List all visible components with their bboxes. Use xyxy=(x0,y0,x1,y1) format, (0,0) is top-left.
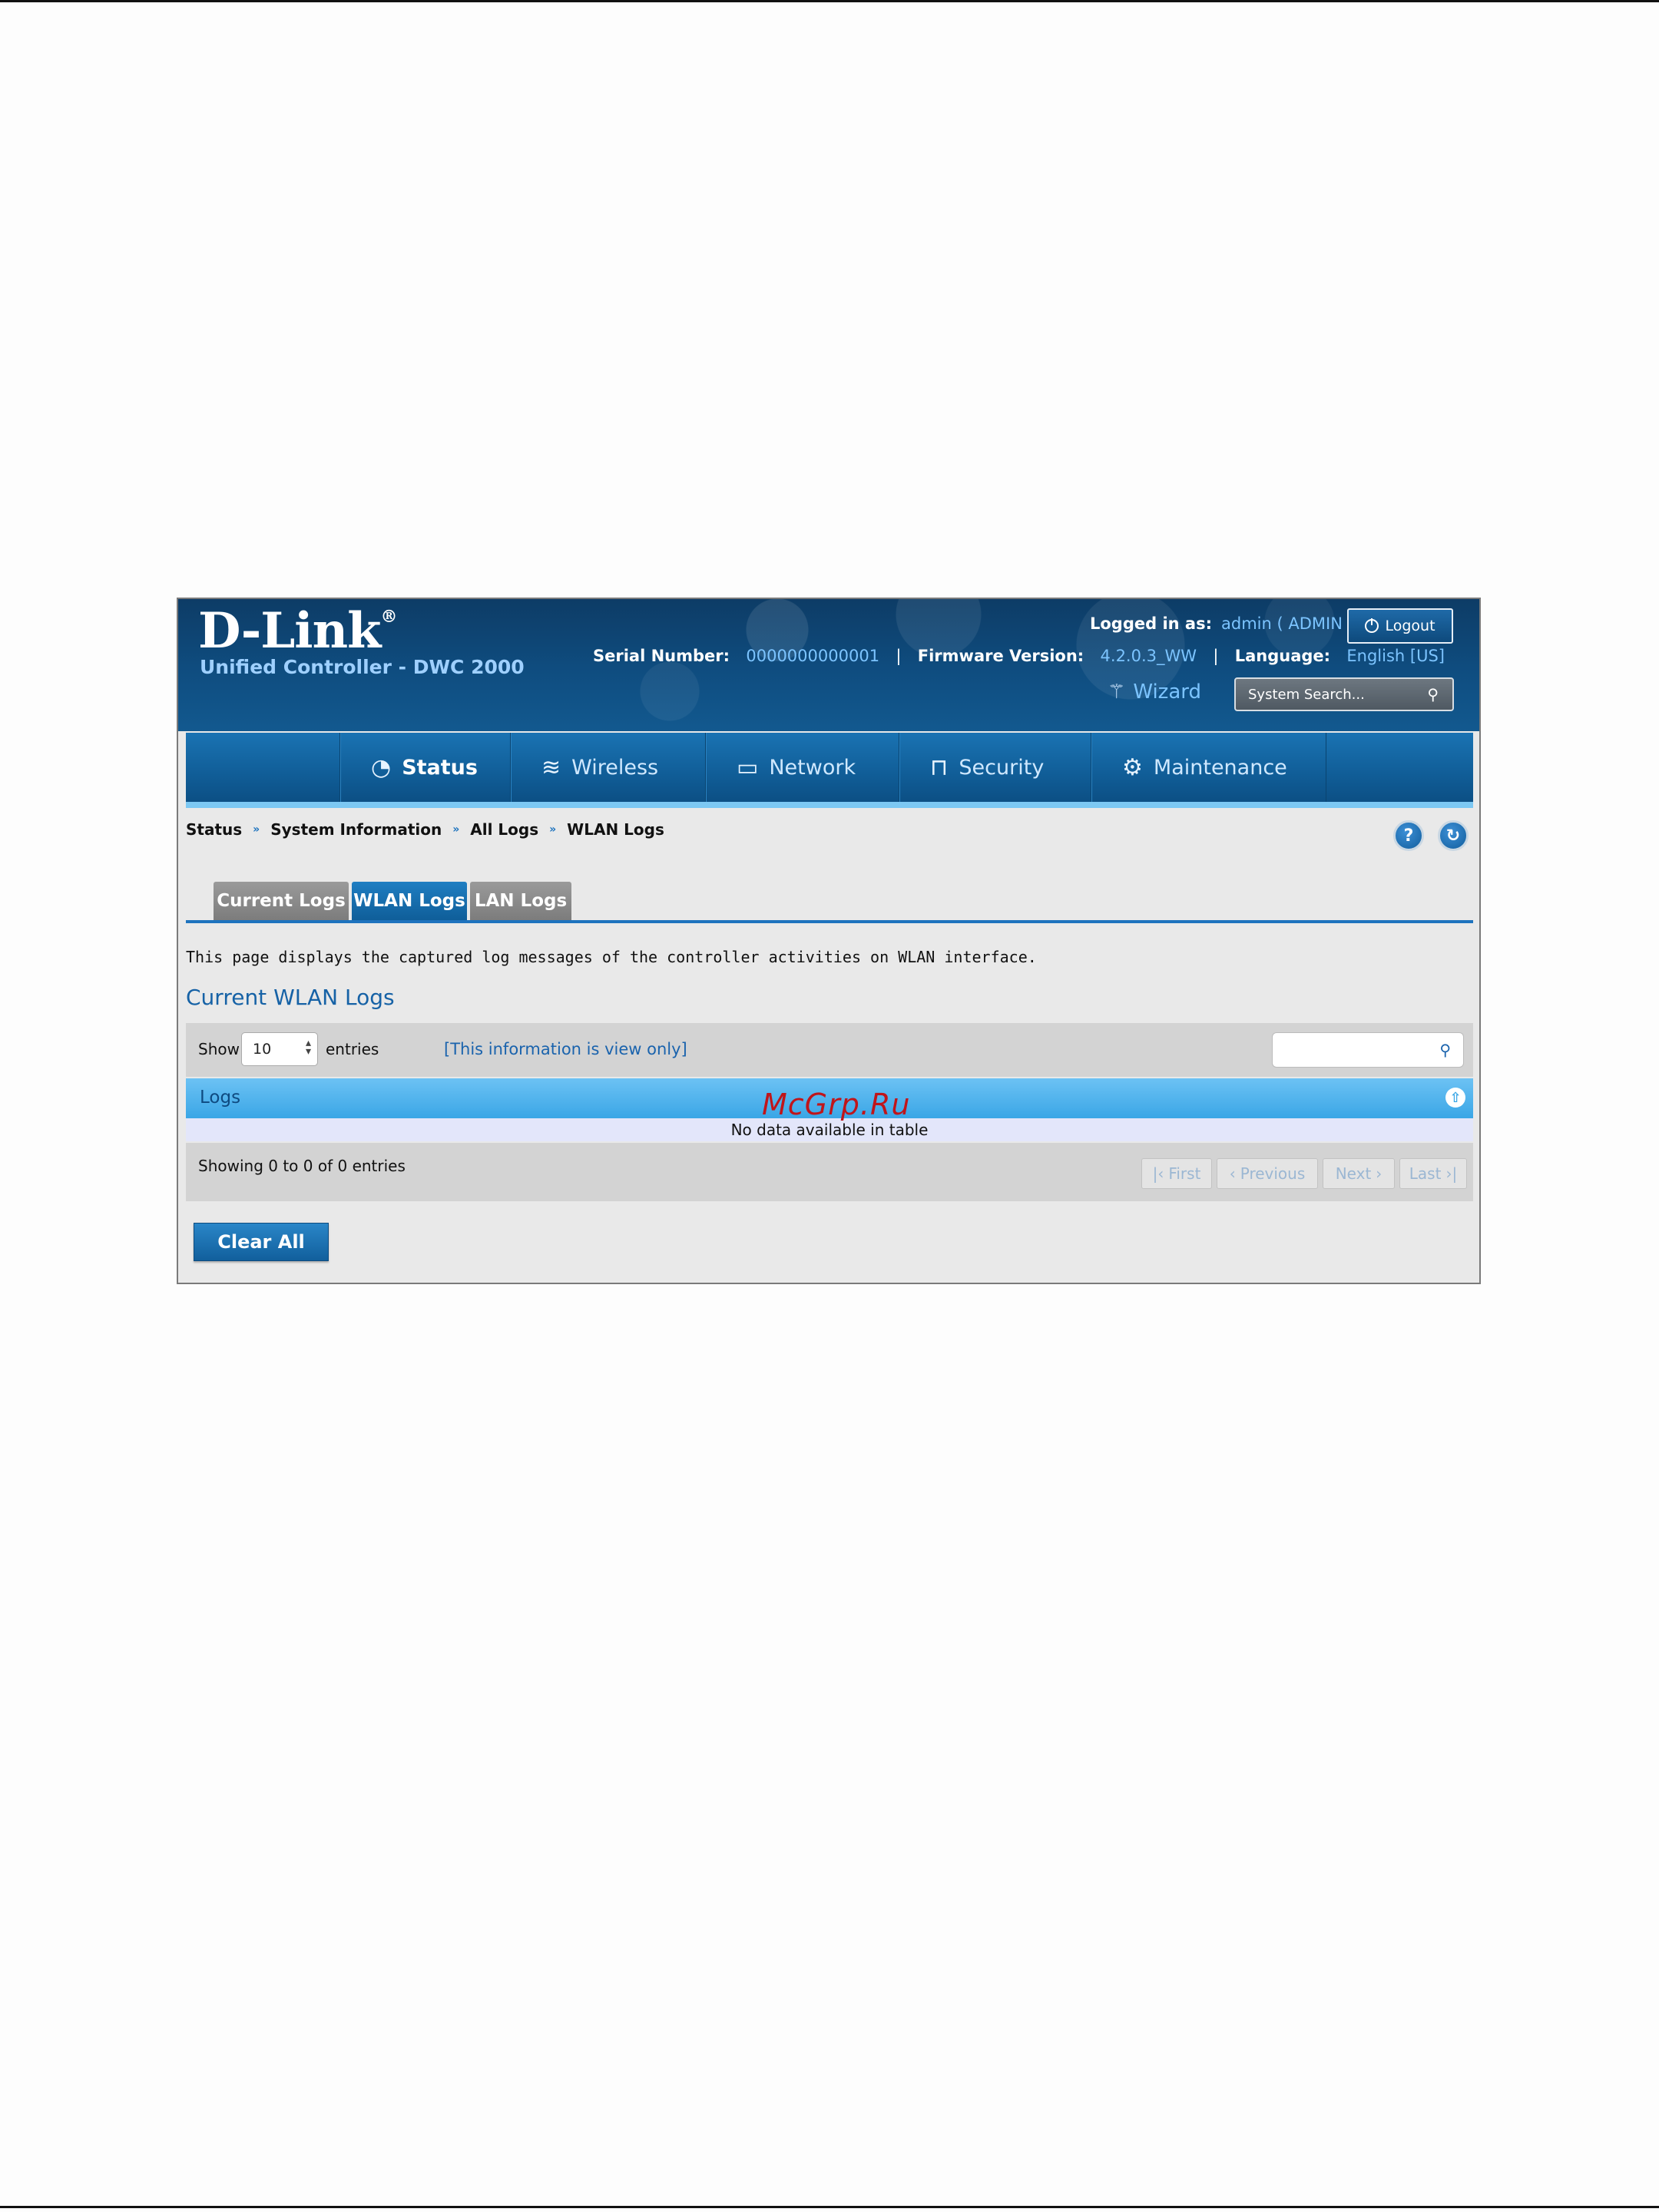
breadcrumb-separator-icon: » xyxy=(452,823,460,836)
nav-security[interactable]: ⊓ Security xyxy=(899,733,1091,802)
logged-in-user: admin ( ADMIN ) xyxy=(1221,614,1354,633)
nav-maintenance[interactable]: ⚙ Maintenance xyxy=(1091,733,1326,802)
wizard-link[interactable]: ⚚ Wizard xyxy=(1108,680,1201,704)
breadcrumb-status[interactable]: Status xyxy=(186,820,242,839)
watermark: McGrp.Ru xyxy=(762,1088,911,1121)
tab-current-logs[interactable]: Current Logs xyxy=(214,882,349,920)
magic-wand-icon: ⚚ xyxy=(1108,680,1126,704)
tab-wlan-logs[interactable]: WLAN Logs xyxy=(352,882,467,920)
pagination-first-button[interactable]: |‹ First xyxy=(1141,1158,1212,1189)
clear-all-button[interactable]: Clear All xyxy=(194,1223,329,1261)
nav-status[interactable]: ◔ Status xyxy=(339,733,510,802)
logged-in-info: Logged in as: admin ( ADMIN ) xyxy=(1090,614,1354,633)
section-title: Current WLAN Logs xyxy=(186,985,395,1010)
next-icon: › xyxy=(1376,1164,1382,1183)
page-top-rule xyxy=(0,0,1659,2)
language-link[interactable]: English [US] xyxy=(1346,647,1445,665)
breadcrumb-separator-icon: » xyxy=(549,823,557,836)
refresh-icon: ↻ xyxy=(1445,826,1461,846)
page-description: This page displays the captured log mess… xyxy=(186,948,1037,966)
breadcrumb-wlan-logs: WLAN Logs xyxy=(567,820,664,839)
select-arrows-icon: ▴ ▾ xyxy=(305,1037,311,1058)
showing-entries-text: Showing 0 to 0 of 0 entries xyxy=(198,1157,406,1175)
pagination-next-button[interactable]: Next › xyxy=(1323,1158,1395,1189)
screenshot-frame: D-Link® Unified Controller - DWC 2000 Lo… xyxy=(177,598,1481,1284)
tab-lan-logs[interactable]: LAN Logs xyxy=(470,882,571,920)
search-icon: ⚲ xyxy=(1427,685,1439,704)
help-button[interactable]: ? xyxy=(1393,820,1424,851)
system-info-line: Serial Number: 0000000000001 | Firmware … xyxy=(593,647,1445,665)
system-search-input[interactable]: System Search... ⚲ xyxy=(1234,677,1454,711)
breadcrumb-system-information[interactable]: System Information xyxy=(270,820,442,839)
empty-table-row: No data available in table xyxy=(186,1118,1473,1141)
view-only-notice: [This information is view only] xyxy=(444,1040,687,1058)
sort-up-icon[interactable]: ⇧ xyxy=(1445,1088,1465,1108)
pagination-previous-button[interactable]: ‹ Previous xyxy=(1217,1158,1318,1189)
lock-icon: ⊓ xyxy=(930,753,949,781)
breadcrumb-all-logs[interactable]: All Logs xyxy=(470,820,538,839)
search-icon: ⚲ xyxy=(1439,1041,1451,1059)
speedometer-icon: ◔ xyxy=(371,753,392,781)
pagination-last-button[interactable]: Last ›| xyxy=(1399,1158,1467,1189)
table-toolbar: Show 10 ▴ ▾ entries [This information is … xyxy=(186,1023,1473,1077)
table-search-input[interactable]: ⚲ xyxy=(1272,1032,1464,1068)
entries-per-page-select[interactable]: 10 ▴ ▾ xyxy=(241,1032,318,1066)
breadcrumb: Status » System Information » All Logs »… xyxy=(186,820,664,839)
wifi-icon: ≋ xyxy=(541,753,561,781)
nav-wireless[interactable]: ≋ Wireless xyxy=(510,733,705,802)
entries-label: entries xyxy=(326,1040,379,1058)
computer-icon: ▭ xyxy=(737,753,759,781)
dlink-logo: D-Link® xyxy=(198,602,397,660)
logout-button[interactable]: Logout xyxy=(1347,608,1453,644)
nav-network[interactable]: ▭ Network xyxy=(705,733,899,802)
firmware-version: 4.2.0.3_WW xyxy=(1100,647,1197,665)
page-bottom-rule xyxy=(0,2206,1659,2208)
app-header: D-Link® Unified Controller - DWC 2000 Lo… xyxy=(178,599,1479,731)
main-nav: ◔ Status ≋ Wireless ▭ Network ⊓ Security… xyxy=(186,733,1473,808)
show-label: Show xyxy=(198,1040,240,1058)
serial-number: 0000000000001 xyxy=(746,647,880,665)
last-page-icon: ›| xyxy=(1445,1164,1458,1183)
power-icon xyxy=(1365,618,1379,633)
breadcrumb-separator-icon: » xyxy=(253,823,260,836)
first-page-icon: |‹ xyxy=(1152,1164,1164,1183)
table-footer: Showing 0 to 0 of 0 entries |‹ First ‹ Pre… xyxy=(186,1143,1473,1201)
question-icon: ? xyxy=(1403,826,1414,846)
previous-icon: ‹ xyxy=(1229,1164,1236,1183)
product-name: Unified Controller - DWC 2000 xyxy=(200,656,525,678)
gears-icon: ⚙ xyxy=(1122,753,1143,781)
tab-underline xyxy=(186,920,1473,923)
refresh-button[interactable]: ↻ xyxy=(1438,820,1469,851)
